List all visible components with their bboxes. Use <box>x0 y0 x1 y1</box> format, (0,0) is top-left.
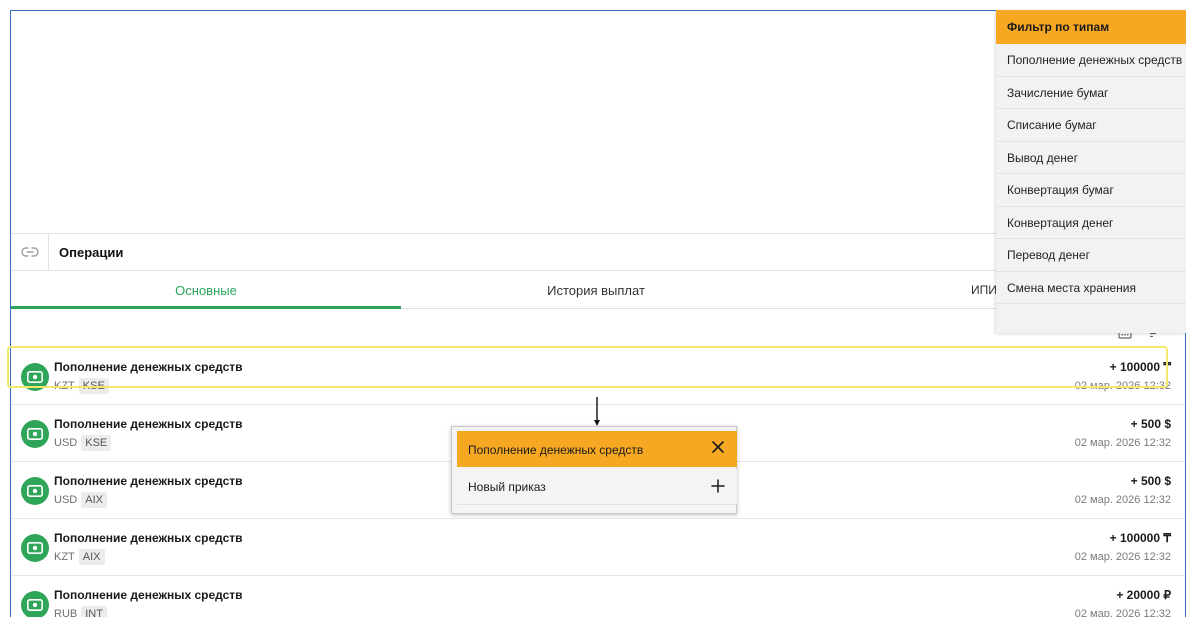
filter-header[interactable]: Фильтр по типам <box>996 10 1186 44</box>
operation-title: Пополнение денежных средств <box>54 588 243 602</box>
new-order-label: Новый приказ <box>468 480 546 494</box>
currency-code: RUB <box>54 608 78 617</box>
operation-date: 02 мар. 2026 12:32 <box>1074 437 1171 449</box>
exchange-badge: KSE <box>78 378 109 394</box>
operation-title: Пополнение денежных средств <box>54 531 243 545</box>
exchange-badge: AIX <box>78 549 105 565</box>
filter-item[interactable]: Конвертация бумаг <box>996 174 1186 207</box>
operation-title: Пополнение денежных средств <box>54 474 243 488</box>
exchange-badge: INT <box>81 606 107 617</box>
currency-code: USD <box>54 494 78 506</box>
cash-icon <box>21 477 49 505</box>
operation-amount: + 500 $ <box>1130 474 1171 488</box>
tab-payout-history[interactable]: История выплат <box>401 273 791 309</box>
operation-row[interactable]: Пополнение денежных средств RUB INT + 20000… <box>11 576 1185 617</box>
cash-icon <box>21 363 49 391</box>
filter-item[interactable]: Перевод денег <box>996 239 1186 272</box>
operation-date: 02 мар. 2026 12:32 <box>1074 494 1171 506</box>
operation-tags: RUB INT <box>54 606 107 617</box>
filter-item[interactable]: Вывод денег <box>996 142 1186 174</box>
operation-title: Пополнение денежных средств <box>54 360 243 374</box>
filter-item[interactable]: Списание бумаг <box>996 109 1186 142</box>
active-tab-indicator <box>11 306 401 309</box>
operation-amount: + 100000 ₸ <box>1109 360 1171 374</box>
operation-amount: + 500 $ <box>1130 417 1171 431</box>
cash-icon <box>21 591 49 617</box>
popup-header: Пополнение денежных средств <box>457 431 737 467</box>
filter-item[interactable]: Конвертация денег <box>996 207 1186 239</box>
operation-amount: + 20000 ₽ <box>1116 588 1171 602</box>
exchange-badge: AIX <box>81 492 107 508</box>
currency-code: KZT <box>54 551 75 563</box>
operation-date: 02 мар. 2026 12:32 <box>1074 608 1171 617</box>
operation-row[interactable]: Пополнение денежных средств KZT AIX + 10000… <box>11 519 1185 576</box>
filter-item[interactable]: Пополнение денежных средств <box>996 44 1186 77</box>
operation-amount: + 100000 ₸ <box>1109 531 1171 545</box>
currency-code: KZT <box>54 380 75 392</box>
header-divider <box>48 234 49 270</box>
operation-tags: KZT AIX <box>54 549 105 565</box>
operation-title: Пополнение денежных средств <box>54 417 243 431</box>
filter-dropdown: Фильтр по типам Пополнение денежных сред… <box>996 10 1186 333</box>
filter-item[interactable]: Смена места хранения <box>996 272 1186 304</box>
currency-code: USD <box>54 437 78 449</box>
plus-icon[interactable] <box>711 479 725 493</box>
link-icon[interactable] <box>21 246 39 258</box>
close-icon[interactable] <box>711 440 725 454</box>
filter-item[interactable]: Зачисление бумаг <box>996 77 1186 109</box>
operation-tags: KZT KSE <box>54 378 109 394</box>
new-order-row[interactable]: Новый приказ <box>457 469 737 505</box>
tab-main[interactable]: Основные <box>11 273 401 309</box>
operation-popup: Пополнение денежных средств Новый приказ <box>451 426 737 514</box>
cash-icon <box>21 420 49 448</box>
popup-title: Пополнение денежных средств <box>468 443 644 457</box>
operation-date: 02 мар. 2026 12:32 <box>1074 551 1171 563</box>
cash-icon <box>21 534 49 562</box>
operation-tags: USD AIX <box>54 492 107 508</box>
page-title: Операции <box>59 245 124 260</box>
exchange-badge: KSE <box>81 435 112 451</box>
operation-date: 02 мар. 2026 12:32 <box>1074 380 1171 392</box>
operation-tags: USD KSE <box>54 435 112 451</box>
